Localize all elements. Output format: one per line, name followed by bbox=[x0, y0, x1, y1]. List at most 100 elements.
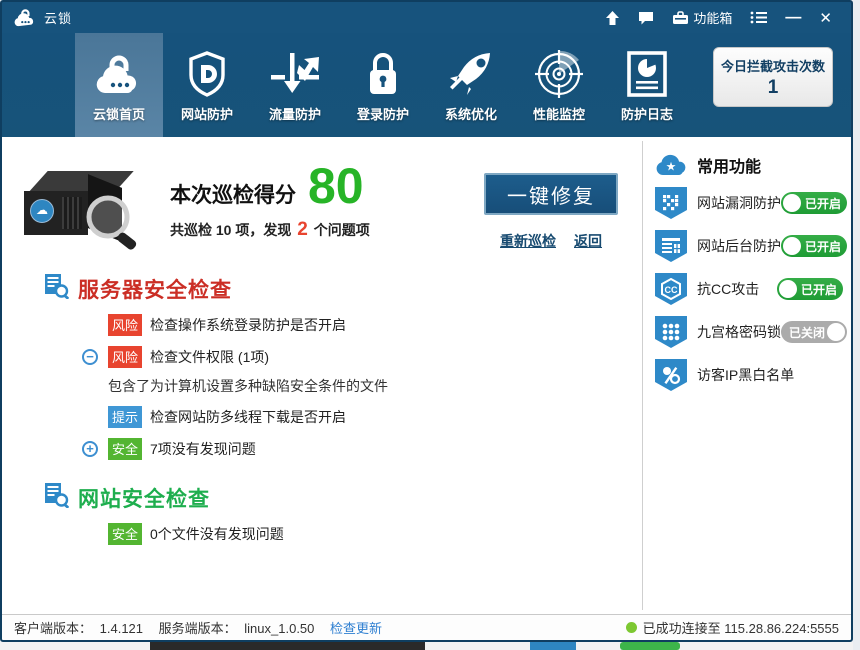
score-block: 本次巡检得分 80 共巡检 10 项，发现 2 个问题项 bbox=[170, 161, 370, 241]
status-badge: 风险 bbox=[108, 314, 142, 336]
version-info: 客户端版本： 1.4.121 服务端版本： linux_1.0.50 检查更新 bbox=[14, 618, 382, 637]
toggle-label: 已关闭 bbox=[789, 324, 825, 341]
backend-shield-icon bbox=[655, 230, 687, 262]
function-label[interactable]: 网站后台防护 bbox=[697, 236, 781, 256]
nav-items-container: 云锁首页网站防护流量防护 登录防护 系统优化性能监控防护日志 bbox=[75, 33, 691, 137]
function-label[interactable]: 网站漏洞防护 bbox=[697, 193, 781, 213]
expand-icon[interactable]: + bbox=[82, 441, 98, 457]
close-button[interactable]: ✕ bbox=[810, 2, 841, 33]
upgrade-button[interactable] bbox=[596, 2, 629, 33]
attack-counter-value: 1 bbox=[768, 77, 779, 99]
cloud-star-icon: ★ bbox=[655, 154, 689, 176]
radar-icon bbox=[535, 48, 583, 100]
client-version-label: 客户端版本： bbox=[14, 621, 92, 636]
nav-item-3[interactable]: 流量防护 bbox=[251, 33, 339, 137]
server-device-image bbox=[24, 159, 144, 251]
function-label[interactable]: 抗CC攻击 bbox=[697, 279, 759, 299]
rescan-link[interactable]: 重新巡检 bbox=[500, 231, 556, 251]
device-logo bbox=[30, 199, 54, 223]
app-window: 云锁 功能箱 — ✕ 云锁首页网站防护流量防护 登录防护 系统优化 bbox=[0, 0, 853, 642]
toggle-knob bbox=[779, 280, 797, 298]
back-link[interactable]: 返回 bbox=[574, 231, 602, 251]
magnifier-icon bbox=[82, 193, 144, 251]
status-badge: 安全 bbox=[108, 438, 142, 460]
check-item-detail: 包含了为计算机设置多种缺陷安全条件的文件 bbox=[108, 376, 642, 396]
nav-item-1[interactable]: 云锁首页 bbox=[75, 33, 163, 137]
check-sections-container: 服务器安全检查风险检查操作系统登录防护是否开启−风险检查文件权限 (1项)包含了… bbox=[24, 273, 642, 545]
nav-item-4[interactable]: 登录防护 bbox=[339, 33, 427, 137]
check-item-text: 7项没有发现问题 bbox=[150, 439, 256, 459]
check-item: −风险检查文件权限 (1项) bbox=[108, 346, 642, 368]
connection-dot-icon bbox=[626, 622, 637, 633]
summary-suffix: 个问题项 bbox=[314, 222, 370, 238]
up-arrow-icon bbox=[605, 11, 620, 25]
check-update-link[interactable]: 检查更新 bbox=[330, 621, 382, 636]
check-item-text: 检查网站防多线程下载是否开启 bbox=[150, 407, 346, 427]
check-item: 风险检查操作系统登录防护是否开启 bbox=[108, 314, 642, 336]
nav-item-label: 登录防护 bbox=[357, 104, 409, 123]
list-menu-icon bbox=[750, 11, 767, 24]
section-title: 服务器安全检查 bbox=[78, 274, 232, 304]
padlock-icon bbox=[366, 48, 400, 100]
menu-button[interactable] bbox=[741, 2, 776, 33]
toggle-on[interactable]: 已开启 bbox=[781, 192, 847, 214]
toggle-on[interactable]: 已开启 bbox=[781, 235, 847, 257]
summary-prefix: 共巡检 10 项，发现 bbox=[170, 222, 291, 238]
doc-magnifier-icon bbox=[44, 273, 70, 304]
sidebar-header-label: 常用功能 bbox=[697, 153, 761, 177]
collapse-icon[interactable]: − bbox=[82, 349, 98, 365]
title-bar: 云锁 功能箱 — ✕ bbox=[2, 2, 851, 33]
chat-bubble-icon bbox=[638, 11, 654, 25]
one-key-fix-button[interactable]: 一键修复 bbox=[484, 173, 618, 215]
check-section-2: 网站安全检查安全0个文件没有发现问题 bbox=[24, 482, 642, 545]
sidebar-items-container: 网站漏洞防护已开启网站后台防护已开启CC抗CC攻击已开启九宫格密码锁已关闭访客I… bbox=[655, 187, 843, 391]
check-item: 提示检查网站防多线程下载是否开启 bbox=[108, 406, 642, 428]
doc-magnifier-icon bbox=[44, 482, 70, 513]
toggle-label: 已开启 bbox=[801, 281, 837, 298]
status-bar: 客户端版本： 1.4.121 服务端版本： linux_1.0.50 检查更新 … bbox=[2, 614, 851, 640]
vulnerability-shield-icon bbox=[655, 187, 687, 219]
svg-text:★: ★ bbox=[666, 160, 677, 174]
client-version-value: 1.4.121 bbox=[100, 621, 143, 636]
attack-counter-box: 今日拦截攻击次数 1 bbox=[713, 47, 833, 107]
ip-blacklist-shield-icon bbox=[655, 359, 687, 391]
section-items: 安全0个文件没有发现问题 bbox=[24, 523, 642, 545]
function-label[interactable]: 九宫格密码锁 bbox=[697, 322, 781, 342]
nav-item-label: 系统优化 bbox=[445, 104, 497, 123]
app-title: 云锁 bbox=[44, 8, 72, 27]
sidebar-function-row: 网站后台防护 已开启 bbox=[655, 230, 843, 262]
background-window-fragment bbox=[150, 642, 425, 650]
app-logo-cloud-lock-icon bbox=[14, 8, 36, 28]
toggle-knob bbox=[827, 323, 845, 341]
nav-item-label: 云锁首页 bbox=[93, 104, 145, 123]
connection-text: 已成功连接至 115.28.86.224:5555 bbox=[643, 618, 839, 637]
score-label: 本次巡检得分 bbox=[170, 179, 296, 209]
nav-item-6[interactable]: 性能监控 bbox=[515, 33, 603, 137]
nav-item-label: 流量防护 bbox=[269, 104, 321, 123]
shield-d-icon bbox=[187, 48, 227, 100]
feedback-button[interactable] bbox=[629, 2, 663, 33]
sidebar-function-row: 网站漏洞防护已开启 bbox=[655, 187, 843, 219]
toggle-off[interactable]: 已关闭 bbox=[781, 321, 847, 343]
function-label[interactable]: 访客IP黑白名单 bbox=[697, 365, 794, 385]
toolbox-button[interactable]: 功能箱 bbox=[663, 2, 741, 33]
toggle-label: 已开启 bbox=[805, 238, 841, 255]
nav-item-2[interactable]: 网站防护 bbox=[163, 33, 251, 137]
check-item-text: 检查文件权限 (1项) bbox=[150, 347, 269, 367]
status-badge: 提示 bbox=[108, 406, 142, 428]
toggle-on[interactable]: 已开启 bbox=[777, 278, 843, 300]
background-icon-fragment bbox=[530, 642, 576, 650]
issue-count: 2 bbox=[295, 219, 310, 240]
check-section-1: 服务器安全检查风险检查操作系统登录防护是否开启−风险检查文件权限 (1项)包含了… bbox=[24, 273, 642, 460]
content-area: 本次巡检得分 80 共巡检 10 项，发现 2 个问题项 一键修复 重新巡检 返… bbox=[2, 137, 851, 614]
connection-status: 已成功连接至 115.28.86.224:5555 bbox=[626, 618, 839, 637]
nav-item-7[interactable]: 防护日志 bbox=[603, 33, 691, 137]
score-value: 80 bbox=[308, 161, 364, 211]
nav-item-5[interactable]: 系统优化 bbox=[427, 33, 515, 137]
svg-text:CC: CC bbox=[665, 285, 678, 295]
attack-counter-label: 今日拦截攻击次数 bbox=[721, 56, 825, 75]
minimize-button[interactable]: — bbox=[776, 2, 810, 33]
check-item: +安全7项没有发现问题 bbox=[108, 438, 642, 460]
main-navigation: 云锁首页网站防护流量防护 登录防护 系统优化性能监控防护日志 今日拦截攻击次数 1 bbox=[2, 33, 851, 137]
nav-item-label: 防护日志 bbox=[621, 104, 673, 123]
